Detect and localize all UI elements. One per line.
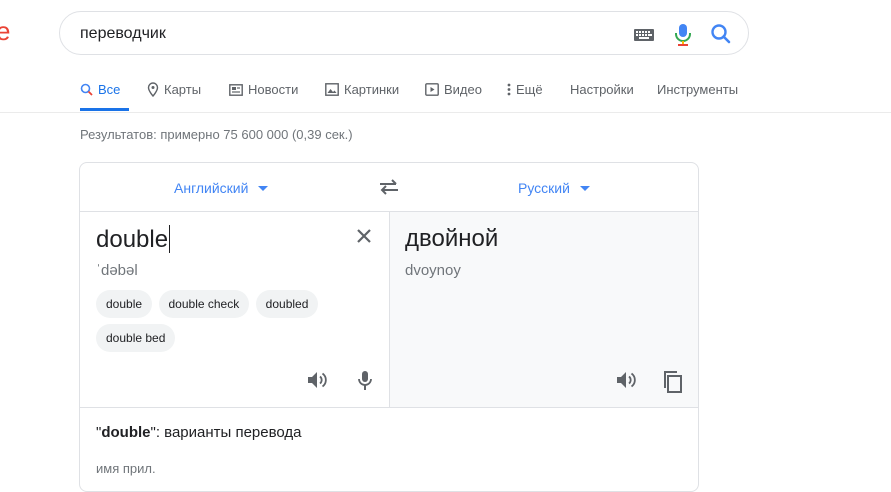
suggestion-chip[interactable]: double bed [96,324,176,352]
tab-images[interactable]: Картинки [325,82,399,97]
tab-maps[interactable]: Карты [147,82,201,97]
voice-search-icon[interactable] [673,23,693,52]
search-box[interactable]: переводчик [59,11,749,55]
source-language-label: Английский [174,180,249,196]
suggestion-chip[interactable]: doubled [255,290,319,318]
map-pin-icon [147,82,159,97]
more-vert-icon [507,83,511,96]
definitions-suffix: : варианты перевода [155,424,302,441]
source-panel: double ˈdəbəl double double check double… [80,212,390,407]
microphone-icon[interactable] [357,370,373,397]
tab-more[interactable]: Ещё [507,82,543,97]
source-language-select[interactable]: Английский [174,180,269,196]
target-panel: двойной dvoynoy [390,212,698,407]
copy-icon[interactable] [662,370,684,399]
tab-label: Видео [444,82,482,97]
translator-card: Английский Русский double ˈdəbəl double … [79,162,699,492]
definitions-title: "double": варианты перевода [96,424,302,441]
language-bar: Английский Русский [80,163,698,212]
translation-text: двойной [405,225,499,252]
source-transliteration: ˈdəbəl [96,262,138,279]
suggestion-chip[interactable]: double check [158,290,250,318]
definitions-section: "double": варианты перевода имя прил. [80,407,698,491]
text-cursor [169,225,171,253]
search-icon [80,83,93,96]
source-text-input[interactable]: double [96,225,171,254]
tab-label: Инструменты [657,82,739,97]
tab-tools[interactable]: Инструменты [657,82,738,97]
tab-settings[interactable]: Настройки [570,82,634,97]
tab-label: Настройки [570,82,634,97]
search-tabs: Все Карты Новости Картинки Видео Ещё Нас… [0,70,891,113]
part-of-speech: имя прил. [96,461,156,476]
search-icon[interactable] [710,23,732,50]
chevron-down-icon [258,185,269,191]
tab-label: Новости [248,82,299,97]
source-text: double [96,226,169,253]
result-stats: Результатов: примерно 75 600 000 (0,39 с… [80,127,353,142]
active-tab-indicator [80,108,129,111]
video-icon [425,83,439,96]
swap-languages-icon[interactable] [378,177,400,202]
tab-video[interactable]: Видео [425,82,482,97]
suggestion-chip[interactable]: double [96,290,153,318]
search-input[interactable]: переводчик [80,25,166,43]
speaker-icon[interactable] [615,370,637,395]
tab-label: Все [98,82,121,97]
tab-label: Карты [164,82,202,97]
google-logo-fragment[interactable]: e [0,16,10,47]
tab-news[interactable]: Новости [229,82,298,97]
close-icon[interactable] [355,227,373,250]
tab-label: Ещё [516,82,543,97]
image-icon [325,83,339,96]
tab-label: Картинки [344,82,400,97]
target-language-label: Русский [518,180,570,196]
target-transliteration: dvoynoy [405,262,461,279]
definitions-word: double [101,424,151,441]
keyboard-icon[interactable] [634,28,654,46]
speaker-icon[interactable] [306,370,328,395]
suggestion-chips: double double check doubled double bed [96,290,376,358]
target-language-select[interactable]: Русский [518,180,590,196]
news-icon [229,83,243,96]
tab-all[interactable]: Все [80,82,120,97]
chevron-down-icon [579,185,590,191]
